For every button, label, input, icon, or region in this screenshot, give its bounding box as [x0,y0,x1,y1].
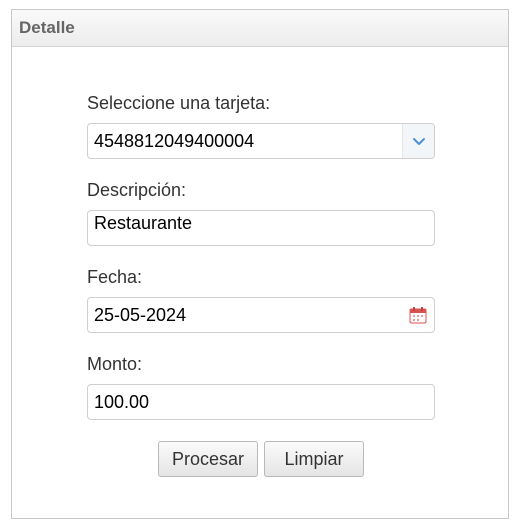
panel-title: Detalle [12,10,508,47]
amount-field[interactable]: 100.00 [87,384,435,420]
detail-panel: Detalle Seleccione una tarjeta: 45488120… [11,9,509,519]
calendar-icon[interactable] [409,306,427,324]
description-field[interactable]: Restaurante [87,210,435,246]
date-label: Fecha: [87,267,143,287]
description-label: Descripción: [87,180,187,200]
date-value: 25-05-2024 [94,305,187,325]
date-field[interactable]: 25-05-2024 [87,297,435,333]
amount-label: Monto: [87,354,143,374]
description-value: Restaurante [94,213,193,233]
amount-value: 100.00 [94,392,150,412]
card-select[interactable]: 4548812049400004 [87,123,435,159]
chevron-down-icon [413,138,425,145]
card-select-value: 4548812049400004 [94,131,255,151]
card-label: Seleccione una tarjeta: [87,93,271,113]
clear-button[interactable]: Limpiar [264,441,364,477]
process-button[interactable]: Procesar [158,441,258,477]
select-dropdown-trigger[interactable] [402,124,434,158]
